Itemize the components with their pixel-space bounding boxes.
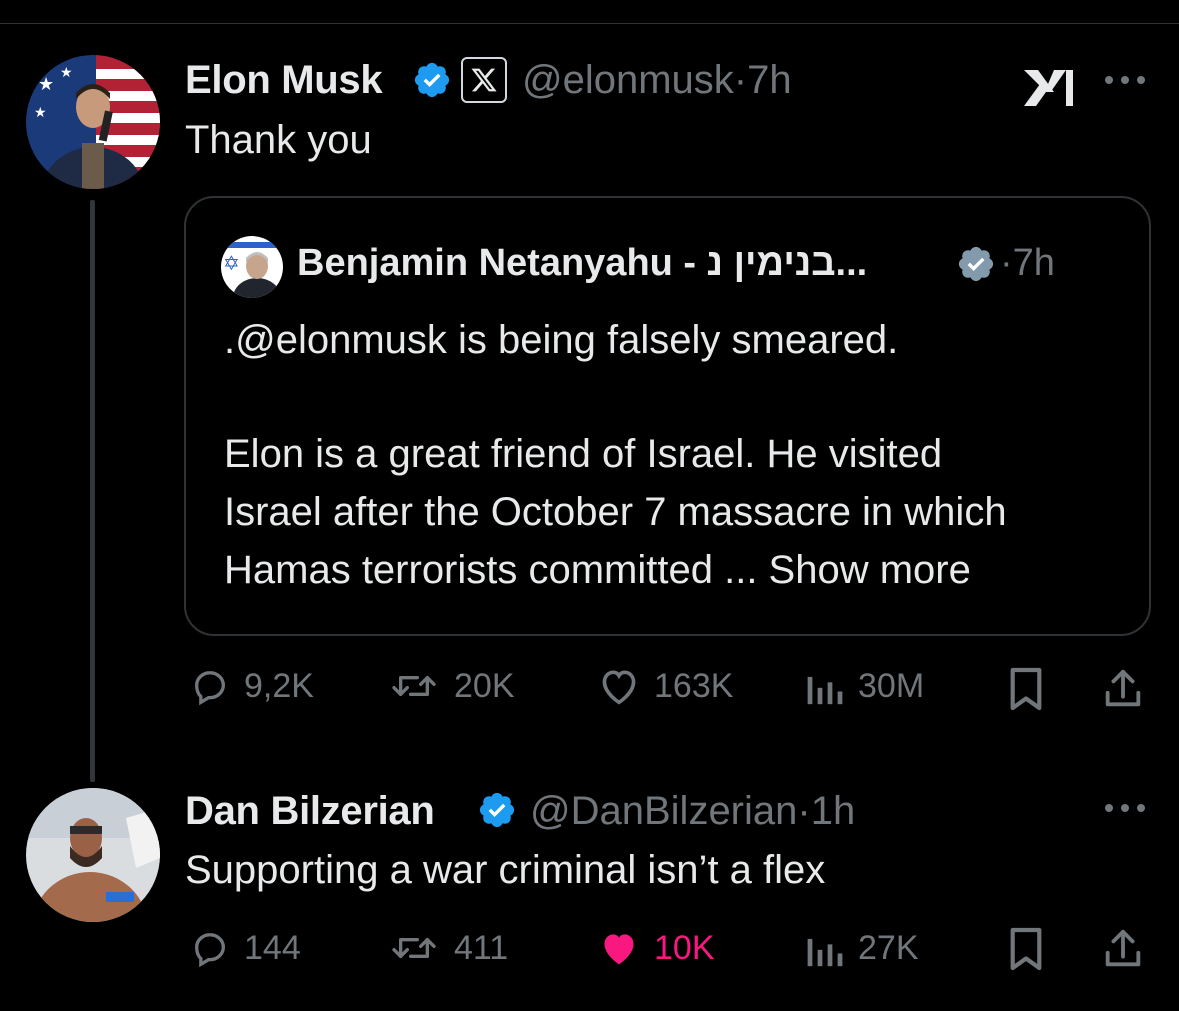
more-icon[interactable] — [1102, 70, 1148, 95]
reply-author-name[interactable]: Dan Bilzerian — [185, 789, 435, 834]
views-icon — [807, 938, 843, 967]
reply-button[interactable]: 144 — [188, 928, 301, 968]
views-button[interactable]: 30M — [802, 666, 924, 706]
heart-icon — [602, 670, 636, 705]
svg-text:★: ★ — [60, 65, 73, 81]
repost-icon — [392, 938, 436, 958]
verified-gray-badge-icon — [956, 244, 996, 289]
svg-text:✡: ✡ — [223, 251, 240, 275]
like-button[interactable]: 163K — [596, 666, 733, 706]
quoted-text-line-4[interactable]: Hamas terrorists committed ... Show more — [224, 548, 971, 593]
share-icon[interactable] — [1100, 666, 1146, 717]
author-name[interactable]: Elon Musk — [185, 58, 383, 103]
reply-author-handle[interactable]: @DanBilzerian — [530, 789, 797, 833]
reply-time[interactable]: 1h — [811, 789, 856, 833]
more-icon[interactable] — [1102, 798, 1148, 823]
svg-text:★: ★ — [38, 74, 54, 95]
repost-icon — [392, 676, 436, 696]
avatar-netanyahu[interactable]: ✡ — [221, 236, 283, 298]
x-logo-icon — [461, 57, 507, 103]
reply-icon — [194, 933, 226, 968]
quoted-text-line-2: Elon is a great friend of Israel. He vis… — [224, 432, 943, 476]
bookmark-icon[interactable] — [1007, 666, 1045, 717]
quoted-tweet-time[interactable]: 7h — [1013, 242, 1055, 284]
repost-count: 20K — [454, 666, 515, 705]
author-handle[interactable]: @elonmusk — [522, 58, 734, 102]
repost-button[interactable]: 411 — [386, 928, 508, 968]
divider — [0, 23, 1179, 24]
quoted-text-line-3: Israel after the October 7 massacre in w… — [224, 490, 1007, 534]
svg-text:★: ★ — [34, 105, 47, 121]
avatar-elon[interactable]: ★ ★ ★ — [26, 55, 160, 189]
views-icon — [807, 676, 843, 705]
repost-button[interactable]: 20K — [386, 666, 515, 706]
meta-separator: · — [733, 58, 748, 102]
quoted-text-line-1: .@elonmusk is being falsely smeared. — [224, 318, 899, 362]
reply-button[interactable]: 9,2K — [188, 666, 314, 706]
bookmark-icon[interactable] — [1007, 926, 1045, 977]
tweet-time[interactable]: 7h — [747, 58, 792, 102]
repost-count: 411 — [454, 928, 509, 967]
reply-count: 9,2K — [244, 666, 314, 705]
like-count: 163K — [654, 666, 734, 705]
like-count: 10K — [654, 928, 715, 967]
verified-badge-icon — [477, 790, 517, 835]
quoted-author-name[interactable]: Benjamin Netanyahu - בנימין נ... — [297, 242, 867, 285]
views-button[interactable]: 27K — [802, 928, 919, 968]
share-icon[interactable] — [1100, 926, 1146, 977]
like-button[interactable]: 10K — [596, 928, 715, 968]
reply-meta-separator: · — [797, 789, 811, 833]
views-count: 27K — [858, 928, 919, 967]
quote-meta-separator: · — [1000, 242, 1013, 284]
thread-connector-line — [90, 200, 95, 782]
avatar-dan[interactable] — [26, 788, 160, 922]
heart-icon — [604, 934, 634, 965]
thread-view: ★ ★ ★ Elon Musk @elonmusk·7h Thank you ✡… — [0, 0, 1179, 1011]
reply-count: 144 — [244, 928, 301, 967]
reply-text: Supporting a war criminal isn’t a flex — [185, 848, 826, 892]
xai-logo-icon[interactable] — [1022, 68, 1074, 113]
verified-badge-icon — [412, 60, 452, 105]
tweet-text: Thank you — [185, 118, 372, 162]
reply-icon — [194, 671, 226, 706]
views-count: 30M — [858, 666, 925, 705]
